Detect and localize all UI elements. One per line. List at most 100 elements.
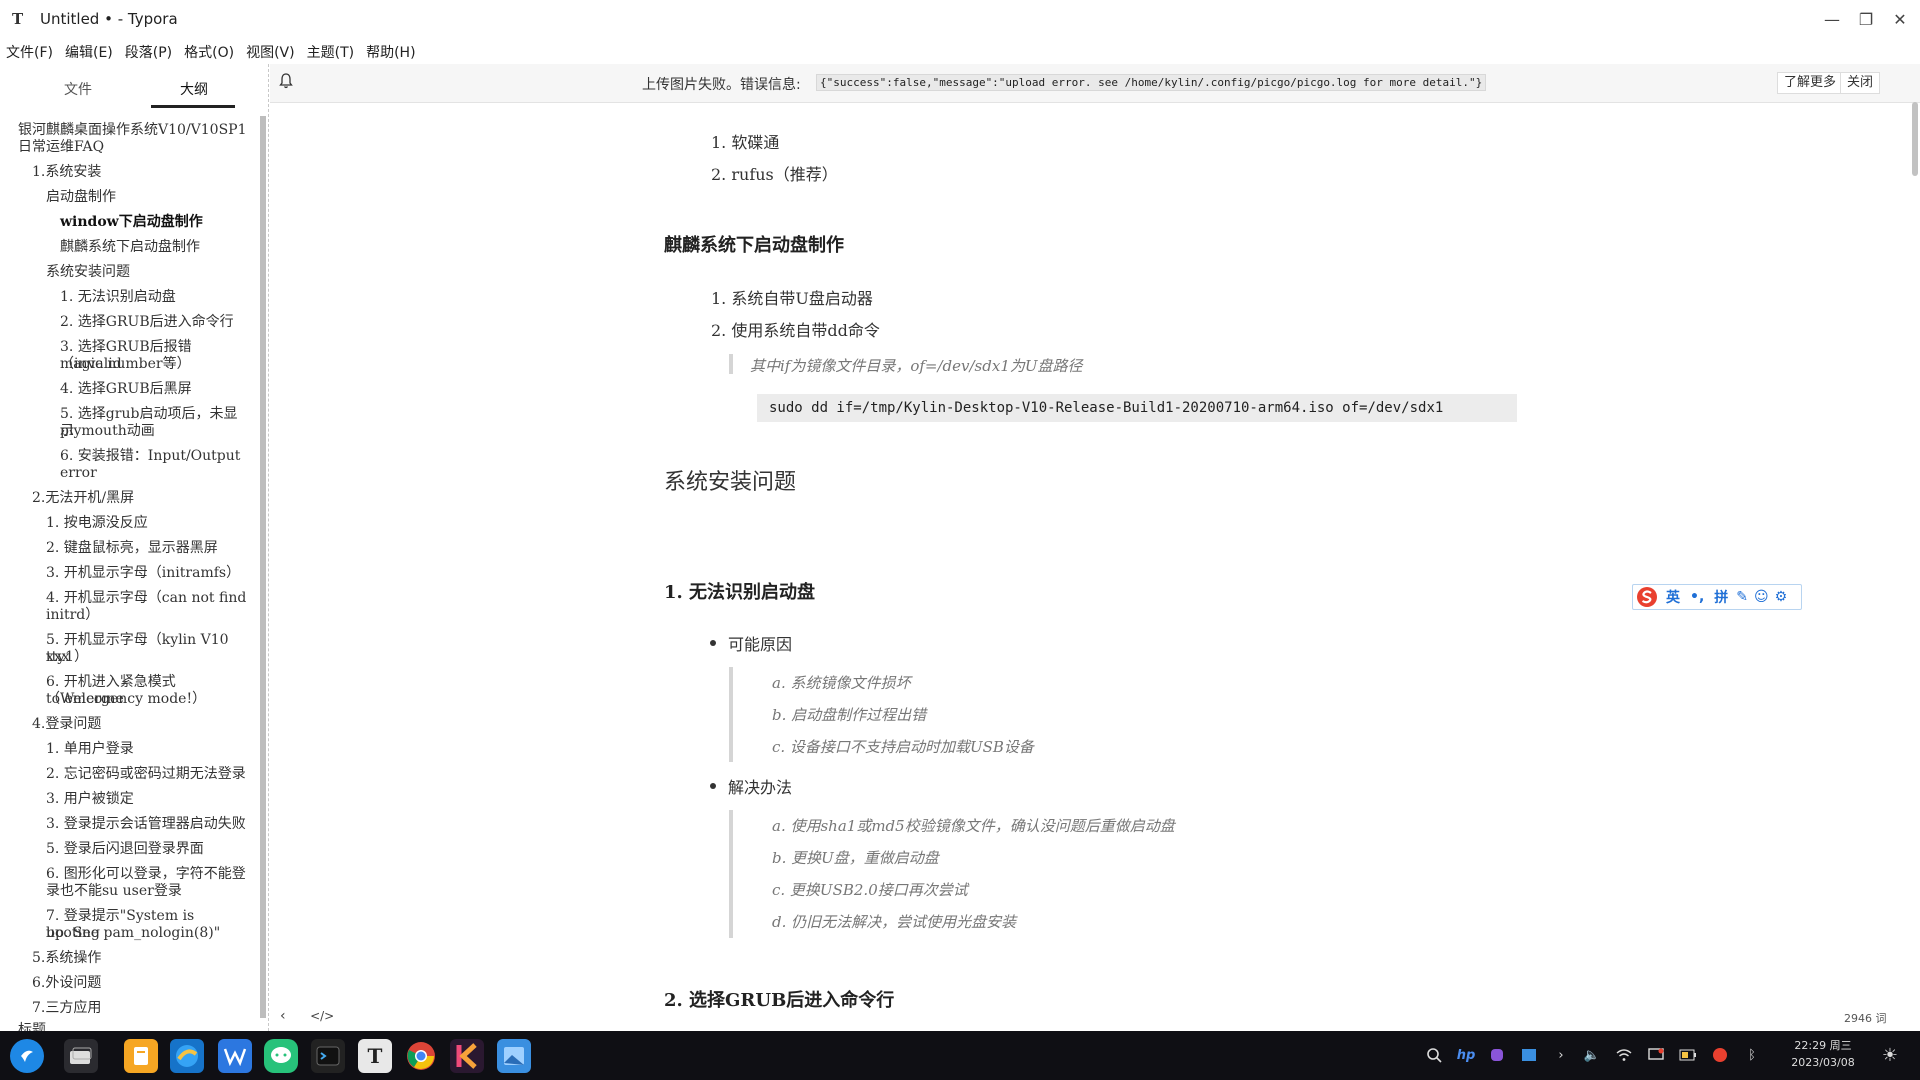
browser-icon[interactable] — [170, 1039, 204, 1073]
menu-edit[interactable]: 编辑(E) — [65, 42, 113, 62]
file-manager-icon[interactable] — [124, 1039, 158, 1073]
close-notification-button[interactable]: 关闭 — [1840, 72, 1881, 94]
menu-theme[interactable]: 主题(T) — [307, 42, 354, 62]
kingsoft-app-icon[interactable] — [450, 1039, 484, 1073]
bullet — [710, 640, 716, 646]
outline-item[interactable]: 5.系统操作 — [32, 950, 101, 967]
outline-item[interactable]: 6.外设问题 — [32, 975, 101, 992]
outline-item[interactable]: magic number等） — [60, 356, 191, 373]
bell-icon[interactable] — [278, 72, 294, 90]
sogou-tray-icon[interactable] — [1710, 1045, 1730, 1065]
ime-mode[interactable]: 拼 — [1714, 587, 1728, 607]
ime-punct-icon[interactable]: •, — [1690, 589, 1704, 605]
outline-item[interactable]: 6. 安装报错：Input/Output — [60, 448, 240, 465]
chevron-left-icon[interactable]: ‹ — [280, 1008, 286, 1024]
learn-more-button[interactable]: 了解更多 — [1777, 72, 1844, 94]
outline-item[interactable]: 6. 图形化可以登录，字符不能登 — [46, 866, 246, 883]
volume-icon[interactable]: 🔈 — [1582, 1045, 1602, 1065]
ime-skin-icon[interactable]: ☺ — [1754, 589, 1769, 605]
fix-item: d. 仍旧无法解决，尝试使用光盘安装 — [772, 913, 1017, 931]
cause-item: c. 设备接口不支持启动时加载USB设备 — [772, 738, 1034, 756]
multitask-view-icon[interactable] — [64, 1039, 98, 1073]
menu-help[interactable]: 帮助(H) — [366, 42, 415, 62]
menu-view[interactable]: 视图(V) — [246, 42, 295, 62]
outline-item[interactable]: 4. 开机显示字母（can not find — [46, 590, 246, 607]
outline-item[interactable]: 3. 用户被锁定 — [46, 791, 134, 808]
outline-item[interactable]: 3. 开机显示字母（initramfs） — [46, 565, 240, 582]
menu-format[interactable]: 格式(O) — [184, 42, 234, 62]
image-viewer-icon[interactable] — [497, 1039, 531, 1073]
outline-item[interactable]: 2. 选择GRUB后进入命令行 — [60, 314, 234, 331]
list-item: 1. 软碟通 — [711, 133, 780, 152]
outline-item[interactable]: 5. 登录后闪退回登录界面 — [46, 841, 204, 858]
terminal-icon[interactable] — [311, 1039, 345, 1073]
editor-scrollbar[interactable] — [1912, 102, 1918, 176]
heading-install-issues: 系统安装问题 — [664, 470, 797, 495]
tab-outline[interactable]: 大纲 — [180, 79, 208, 99]
menu-paragraph[interactable]: 段落(P) — [125, 42, 172, 62]
outline-item[interactable]: 系统安装问题 — [46, 264, 130, 281]
gear-icon[interactable]: ⚙ — [1775, 589, 1788, 605]
wps-writer-icon[interactable] — [218, 1039, 252, 1073]
tray-app-icon[interactable] — [1487, 1045, 1507, 1065]
hp-icon[interactable]: hp — [1456, 1045, 1476, 1065]
outline-item[interactable]: up. See pam_nologin(8)" — [46, 925, 220, 942]
search-icon[interactable] — [1424, 1045, 1444, 1065]
outline-item[interactable]: 启动盘制作 — [46, 189, 116, 206]
outline-item[interactable]: 1. 按电源没反应 — [46, 515, 148, 532]
menu-file[interactable]: 文件(F) — [6, 42, 53, 62]
close-window-button[interactable]: ✕ — [1884, 4, 1916, 34]
notification-message: 上传图片失败。错误信息: — [642, 77, 801, 93]
fix-item: a. 使用sha1或md5校验镜像文件，确认没问题后重做启动盘 — [772, 817, 1175, 835]
chrome-icon[interactable] — [404, 1039, 438, 1073]
notification-icon[interactable] — [1646, 1045, 1666, 1065]
sidebar-tabs: 文件 大纲 — [0, 64, 264, 108]
outline-item[interactable]: 7.三方应用 — [32, 1000, 101, 1017]
wifi-icon[interactable] — [1614, 1045, 1634, 1065]
code-block[interactable]: sudo dd if=/tmp/Kylin-Desktop-V10-Releas… — [757, 394, 1517, 422]
outline-item[interactable]: 3. 登录提示会话管理器启动失败 — [46, 816, 246, 833]
fix-item: b. 更换U盘，重做启动盘 — [772, 849, 939, 867]
tray-image-icon[interactable] — [1519, 1045, 1539, 1065]
outline-item[interactable]: to emergency mode!） — [46, 691, 206, 708]
messenger-icon[interactable] — [264, 1039, 298, 1073]
outline-item[interactable]: 银河麒麟桌面操作系统V10/V10SP1 — [18, 122, 246, 139]
outline-item[interactable]: plymouth动画 — [60, 423, 155, 440]
list-item: 2. rufus（推荐） — [711, 165, 838, 184]
chevron-right-icon[interactable]: › — [1551, 1045, 1571, 1065]
outline-item[interactable]: 2. 忘记密码或密码过期无法登录 — [46, 766, 246, 783]
heading-kylin-boot-disk: 麒麟系统下启动盘制作 — [664, 235, 844, 256]
ime-lang[interactable]: 英 — [1666, 587, 1680, 607]
pen-icon[interactable]: ✎ — [1736, 589, 1748, 605]
outline-item[interactable]: error — [60, 465, 97, 482]
battery-icon[interactable] — [1678, 1045, 1698, 1065]
editor-area[interactable]: 1. 软碟通 2. rufus（推荐） 麒麟系统下启动盘制作 1. 系统自带U盘… — [270, 102, 1920, 1031]
tab-files[interactable]: 文件 — [64, 79, 92, 99]
brightness-icon[interactable]: ☀ — [1880, 1045, 1900, 1066]
outline-item[interactable]: 4. 选择GRUB后黑屏 — [60, 381, 192, 398]
outline-item[interactable]: tty1） — [46, 649, 88, 666]
outline-item-active[interactable]: window下启动盘制作 — [60, 214, 203, 231]
outline-item[interactable]: 1. 无法识别启动盘 — [60, 289, 176, 306]
outline-item[interactable]: 1.系统安装 — [32, 164, 101, 181]
heading-usb-not-recognized: 1. 无法识别启动盘 — [664, 582, 816, 603]
typora-taskbar-icon[interactable]: T — [358, 1039, 392, 1073]
outline-item[interactable]: 4.登录问题 — [32, 716, 101, 733]
bluetooth-icon[interactable]: ᛒ — [1742, 1045, 1762, 1065]
word-count[interactable]: 2946 词 — [1844, 1010, 1887, 1026]
start-menu-icon[interactable] — [10, 1039, 44, 1073]
source-code-icon[interactable]: </> — [310, 1009, 334, 1023]
minimize-button[interactable]: — — [1816, 4, 1848, 34]
clock[interactable]: 22:29 周三 2023/03/08 — [1788, 1037, 1858, 1071]
outline-item[interactable]: 2.无法开机/黑屏 — [32, 490, 134, 507]
upload-error-notification: 上传图片失败。错误信息: {"success":false,"message":… — [270, 64, 1920, 103]
restore-button[interactable]: ❐ — [1850, 4, 1882, 34]
ime-toolbar[interactable]: 英 •, 拼 ✎ ☺ ⚙ — [1632, 584, 1802, 610]
outline-item[interactable]: 麒麟系统下启动盘制作 — [60, 239, 200, 256]
outline-item[interactable]: 录也不能su user登录 — [46, 883, 182, 900]
outline-item[interactable]: 1. 单用户登录 — [46, 741, 134, 758]
outline-item[interactable]: 日常运维FAQ — [18, 139, 104, 156]
outline-item[interactable]: 2. 键盘鼠标亮，显示器黑屏 — [46, 540, 218, 557]
outline-item[interactable]: initrd） — [46, 607, 99, 624]
sidebar-scrollbar[interactable] — [260, 116, 266, 1018]
